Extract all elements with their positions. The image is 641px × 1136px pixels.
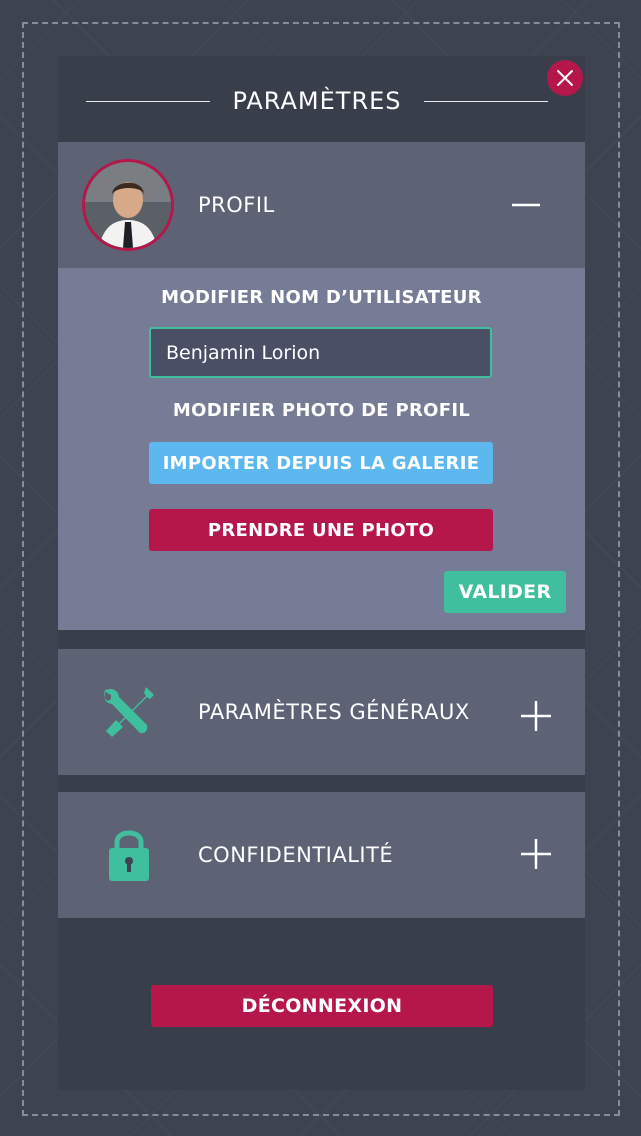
title-divider-right [423,100,548,102]
title-divider-left [86,100,211,102]
username-input[interactable] [149,327,492,378]
section-privacy-header[interactable]: CONFIDENTIALITÉ [58,792,585,918]
section-general-label: PARAMÈTRES GÉNÉRAUX [198,700,470,724]
avatar [82,159,174,251]
close-button[interactable] [547,60,583,96]
lock-icon [109,830,149,881]
close-icon [557,70,573,86]
import-from-gallery-button[interactable]: IMPORTER DEPUIS LA GALERIE [149,442,493,484]
validate-button[interactable]: VALIDER [444,571,566,613]
section-profile-label: PROFIL [198,193,275,217]
section-privacy-label: CONFIDENTIALITÉ [198,843,394,867]
profile-edit-body: MODIFIER NOM D’UTILISATEUR MODIFIER PHOT… [58,268,585,630]
avatar-image [85,162,171,248]
expand-plus-icon[interactable] [520,700,552,732]
page-title: PARAMÈTRES [232,87,402,115]
settings-title-row: PARAMÈTRES [86,82,548,120]
section-profile-header[interactable]: PROFIL [58,142,585,268]
collapse-minus-icon[interactable] [510,189,542,221]
tools-icon [104,687,154,737]
logout-button[interactable]: DÉCONNEXION [151,985,493,1027]
edit-photo-heading: MODIFIER PHOTO DE PROFIL [172,400,471,421]
section-general-header[interactable]: PARAMÈTRES GÉNÉRAUX [58,649,585,775]
edit-username-heading: MODIFIER NOM D’UTILISATEUR [161,287,482,308]
expand-plus-icon[interactable] [520,838,552,870]
take-photo-button[interactable]: PRENDRE UNE PHOTO [149,509,493,551]
